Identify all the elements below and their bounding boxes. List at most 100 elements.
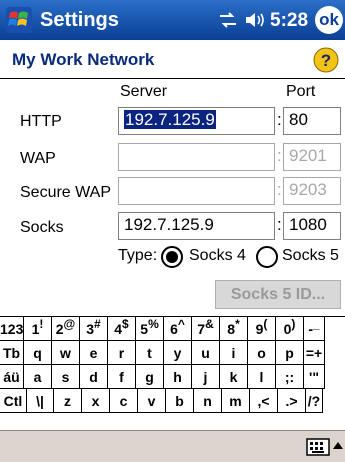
- connectivity-arrows-icon[interactable]: [218, 10, 238, 30]
- ok-button[interactable]: ok: [315, 6, 343, 34]
- key-g[interactable]: g: [136, 365, 164, 389]
- key-shift-char: $: [122, 317, 129, 331]
- key-,<[interactable]: ,<: [250, 389, 278, 413]
- key-j[interactable]: j: [192, 365, 220, 389]
- input-panel-arrow-icon[interactable]: [332, 439, 344, 453]
- key-b[interactable]: b: [166, 389, 194, 413]
- key-shift-char: _: [312, 317, 320, 331]
- help-icon[interactable]: ?: [313, 47, 339, 73]
- windows-flag-icon[interactable]: [4, 5, 34, 35]
- socks-colon: :: [277, 215, 282, 234]
- key-shift-char: &: [205, 317, 214, 331]
- key-Tb[interactable]: Tb: [0, 341, 24, 365]
- socks-server-field[interactable]: 192.7.125.9: [118, 212, 275, 240]
- socks4-radio[interactable]: [161, 246, 183, 268]
- key-5[interactable]: 5%: [136, 317, 164, 341]
- key-main-char: 4: [114, 321, 123, 337]
- key-q[interactable]: q: [24, 341, 52, 365]
- key-s[interactable]: s: [52, 365, 80, 389]
- key-main-char: 123: [0, 321, 24, 337]
- key-main-char: 2: [55, 321, 64, 337]
- server-column-header: Server: [120, 83, 168, 100]
- key-3[interactable]: 3#: [80, 317, 108, 341]
- key-0[interactable]: 0): [276, 317, 304, 341]
- key-r[interactable]: r: [108, 341, 136, 365]
- key-f[interactable]: f: [108, 365, 136, 389]
- key-shift-char: #: [94, 317, 101, 331]
- key-c[interactable]: c: [110, 389, 138, 413]
- speaker-icon[interactable]: [244, 10, 266, 30]
- key-4[interactable]: 4$: [108, 317, 136, 341]
- header-divider: [0, 78, 345, 79]
- secure-wap-server-field[interactable]: [118, 177, 275, 205]
- key-n[interactable]: n: [194, 389, 222, 413]
- key-Ctl[interactable]: Ctl: [0, 389, 27, 413]
- secure-wap-colon: :: [277, 180, 282, 199]
- key-i[interactable]: i: [220, 341, 248, 365]
- key-z[interactable]: z: [54, 389, 82, 413]
- wap-port-field[interactable]: 9201: [283, 143, 341, 171]
- keyboard-icon[interactable]: [306, 436, 330, 458]
- socks-type-label: Type:: [118, 247, 158, 264]
- key-;:[interactable]: ;:: [276, 365, 304, 389]
- key-u[interactable]: u: [192, 341, 220, 365]
- key-9[interactable]: 9(: [248, 317, 276, 341]
- socks-label: Socks: [20, 219, 64, 236]
- key-e[interactable]: e: [80, 341, 108, 365]
- radio-selected-dot: [166, 251, 178, 263]
- key-numlock[interactable]: 123: [0, 317, 24, 341]
- key-shift-char: !: [39, 317, 44, 331]
- command-bar: [0, 430, 345, 462]
- key-y[interactable]: y: [164, 341, 192, 365]
- key-v[interactable]: v: [138, 389, 166, 413]
- socks4-radio-label[interactable]: Socks 4: [189, 247, 246, 265]
- key-8[interactable]: 8*: [220, 317, 248, 341]
- http-server-field[interactable]: 192.7.125.9: [118, 107, 275, 135]
- key-x[interactable]: x: [82, 389, 110, 413]
- key-shift-char: (: [263, 317, 268, 331]
- key-m[interactable]: m: [222, 389, 250, 413]
- key-'"[interactable]: '": [304, 365, 325, 389]
- key-shift-char: %: [148, 317, 159, 331]
- key-k[interactable]: k: [220, 365, 248, 389]
- socks5-radio-label[interactable]: Socks 5: [282, 247, 339, 265]
- key-áü[interactable]: áü: [0, 365, 24, 389]
- key-shift-char: ): [291, 317, 296, 331]
- secure-wap-label: Secure WAP: [20, 184, 111, 201]
- secure-wap-port-field[interactable]: 9203: [283, 177, 341, 205]
- key-d[interactable]: d: [80, 365, 108, 389]
- key-shift-char: ^: [177, 317, 185, 331]
- key-t[interactable]: t: [136, 341, 164, 365]
- wap-colon: :: [277, 146, 282, 165]
- key-.>[interactable]: .>: [278, 389, 306, 413]
- key-o[interactable]: o: [248, 341, 276, 365]
- key-/?[interactable]: /?: [306, 389, 323, 413]
- key-main-char: 6: [170, 321, 178, 337]
- key-h[interactable]: h: [164, 365, 192, 389]
- app-title: Settings: [40, 9, 119, 31]
- key-main-char: 5: [140, 321, 149, 337]
- http-port-field[interactable]: 80: [283, 107, 341, 135]
- clock[interactable]: 5:28: [270, 10, 308, 32]
- key-6[interactable]: 6^: [164, 317, 192, 341]
- key-a[interactable]: a: [24, 365, 52, 389]
- key-1[interactable]: 1!: [24, 317, 52, 341]
- key-=+[interactable]: =+: [304, 341, 325, 365]
- key-p[interactable]: p: [276, 341, 304, 365]
- socks5-id-button[interactable]: Socks 5 ID...: [215, 280, 341, 309]
- key-w[interactable]: w: [52, 341, 80, 365]
- key-\|[interactable]: \|: [27, 389, 54, 413]
- key-main-char: 8: [227, 321, 236, 337]
- wap-server-field[interactable]: [118, 143, 275, 171]
- key--[interactable]: -_: [304, 317, 325, 341]
- key-l[interactable]: l: [248, 365, 276, 389]
- key-2[interactable]: 2@: [52, 317, 80, 341]
- page-title: My Work Network: [12, 50, 155, 69]
- key-main-char: 7: [197, 321, 206, 337]
- socks-port-field[interactable]: 1080: [283, 212, 341, 240]
- key-shift-char: *: [235, 317, 240, 331]
- key-7[interactable]: 7&: [192, 317, 220, 341]
- http-colon: :: [277, 110, 282, 129]
- title-bar: Settings 5:28 ok: [0, 0, 345, 40]
- socks5-radio[interactable]: [256, 246, 278, 268]
